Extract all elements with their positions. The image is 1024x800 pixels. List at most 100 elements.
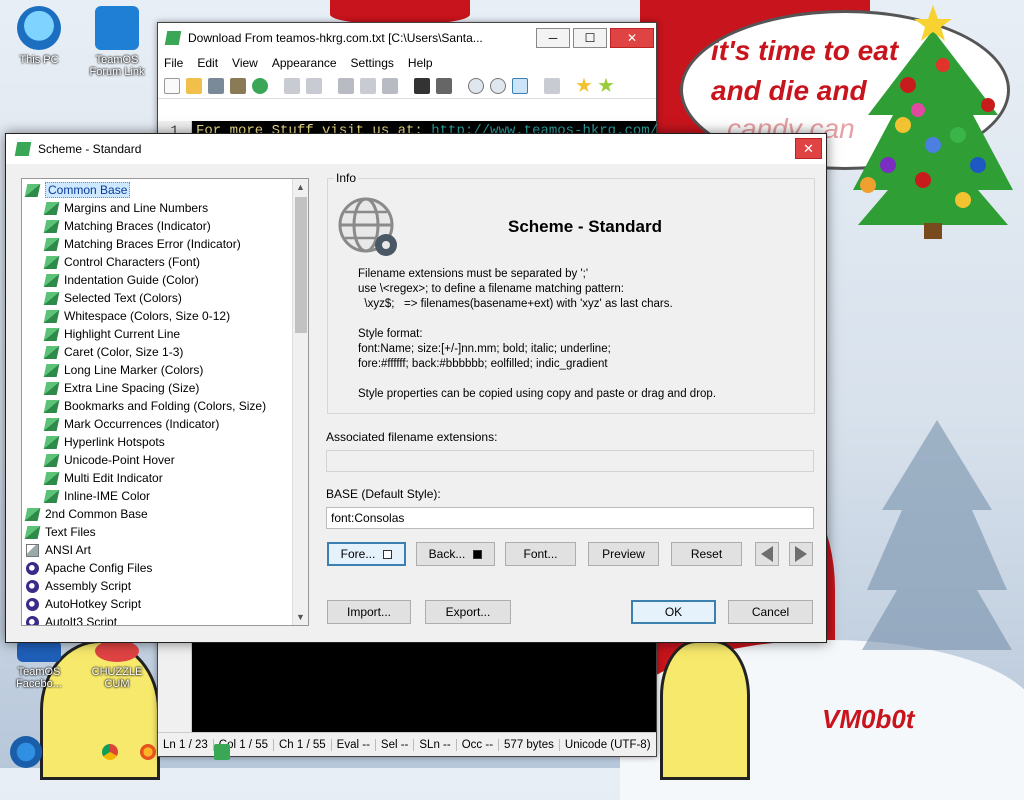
tree-item[interactable]: Multi Edit Indicator [22,469,292,487]
tree-item[interactable]: Selected Text (Colors) [22,289,292,307]
star-add-icon[interactable] [598,77,614,93]
tree-item-label: Apache Config Files [45,561,153,575]
scrollbar-thumb[interactable] [295,197,307,333]
font-button[interactable]: Font... [505,542,576,566]
style-tree[interactable]: Common Base Margins and Line Numbers Match… [21,178,309,626]
tree-item[interactable]: Hyperlink Hotspots [22,433,292,451]
tree-item[interactable]: Whitespace (Colors, Size 0-12) [22,307,292,325]
back-button-label: Back... [428,547,466,561]
book-icon [43,453,60,467]
tree-scrollbar[interactable]: ▲ ▼ [292,179,308,625]
menu-view[interactable]: View [232,56,258,70]
base-style-field[interactable]: font:Consolas [326,507,814,529]
notepad-app-icon [164,31,182,45]
maximize-button[interactable]: ☐ [573,28,607,48]
tree-item-label: Matching Braces Error (Indicator) [64,237,241,251]
chrome-icon[interactable] [102,744,118,760]
tree-item[interactable]: Highlight Current Line [22,325,292,343]
dialog-close-button[interactable]: ✕ [795,138,822,159]
reset-button[interactable]: Reset [671,542,742,566]
tree-item[interactable]: 2nd Common Base [22,505,292,523]
ok-button[interactable]: OK [631,600,716,624]
menu-settings[interactable]: Settings [351,56,394,70]
menu-appearance[interactable]: Appearance [272,56,337,70]
word-wrap-icon[interactable] [512,77,528,94]
redo-icon[interactable] [306,77,322,94]
menu-file[interactable]: File [164,56,183,70]
save-icon[interactable] [208,77,224,94]
editor-titlebar[interactable]: Download From teamos-hkrg.com.txt [C:\Us… [158,23,656,53]
book-icon [43,201,60,215]
previous-style-button[interactable] [755,542,779,566]
dialog-title: Scheme - Standard [38,142,142,156]
cut-icon[interactable] [338,77,354,94]
undo-icon[interactable] [284,77,300,94]
tree-item[interactable]: Matching Braces Error (Indicator) [22,235,292,253]
export-button[interactable]: Export... [425,600,511,624]
tree-item-label: Highlight Current Line [64,327,181,341]
desktop-icon-teamos-forum[interactable]: TeamOS Forum Link [82,6,152,78]
tree-item[interactable]: Long Line Marker (Colors) [22,361,292,379]
firefox-icon[interactable] [140,744,156,760]
reload-icon[interactable] [252,77,268,94]
zoom-out-icon[interactable] [490,77,506,94]
paste-icon[interactable] [382,77,398,94]
import-button[interactable]: Import... [327,600,411,624]
close-button[interactable]: ✕ [610,28,654,48]
menu-edit[interactable]: Edit [197,56,218,70]
desktop-icon-chuzzle[interactable]: CHUZZLE CUM [82,640,152,690]
save-as-icon[interactable] [230,77,246,94]
tree-item[interactable]: Text Files [22,523,292,541]
tree-item[interactable]: Extra Line Spacing (Size) [22,379,292,397]
tree-item[interactable]: Margins and Line Numbers [22,199,292,217]
tree-item[interactable]: Assembly Script [22,577,292,595]
style-tree-list: Common Base Margins and Line Numbers Match… [22,179,292,625]
fore-button-label: Fore... [340,547,376,561]
tree-item[interactable]: Caret (Color, Size 1-3) [22,343,292,361]
star-icon[interactable] [576,77,592,93]
tree-item[interactable]: Matching Braces (Indicator) [22,217,292,235]
copy-icon[interactable] [360,77,376,94]
dialog-titlebar[interactable]: Scheme - Standard ✕ [6,134,826,164]
cancel-button[interactable]: Cancel [728,600,813,624]
new-file-icon[interactable] [164,77,180,94]
snowy-tree [862,420,1012,650]
fore-button[interactable]: Fore... [327,542,406,566]
editor-statusbar: Ln 1 / 23 Col 1 / 55 Ch 1 / 55 Eval -- S… [158,732,656,756]
base-style-label: BASE (Default Style): [326,487,441,501]
tree-item[interactable]: Bookmarks and Folding (Colors, Size) [22,397,292,415]
find-icon[interactable] [414,77,430,94]
menu-help[interactable]: Help [408,56,433,70]
book-icon [43,363,60,377]
tree-item[interactable]: Control Characters (Font) [22,253,292,271]
tree-item[interactable]: Common Base [22,181,292,199]
scroll-up-icon[interactable]: ▲ [293,179,308,195]
book-icon [24,525,41,539]
notepad-taskbar-icon[interactable] [214,744,230,760]
replace-icon[interactable] [436,77,452,94]
tree-item[interactable]: AutoIt3 Script [22,613,292,625]
status-line: Ln 1 / 23 [158,738,214,751]
minimize-button[interactable]: ─ [536,28,570,48]
scroll-down-icon[interactable]: ▼ [293,609,308,625]
tree-item[interactable]: AutoHotkey Script [22,595,292,613]
status-selected-lines: SLn -- [414,738,457,751]
next-style-button[interactable] [789,542,813,566]
desktop-icon-this-pc[interactable]: This PC [4,6,74,66]
start-icon[interactable] [10,736,42,768]
book-icon [43,327,60,341]
zoom-in-icon[interactable] [468,77,484,94]
tree-item[interactable]: ANSI Art [22,541,292,559]
facebook-icon [17,640,61,662]
back-button[interactable]: Back... [416,542,495,566]
tree-item[interactable]: Inline-IME Color [22,487,292,505]
book-icon [43,471,60,485]
preview-button[interactable]: Preview [588,542,659,566]
tree-item[interactable]: Apache Config Files [22,559,292,577]
tree-item[interactable]: Mark Occurrences (Indicator) [22,415,292,433]
open-folder-icon[interactable] [186,77,202,94]
settings-icon[interactable] [544,77,560,94]
desktop-icon-teamos-facebook[interactable]: TeamOS Facebo... [4,640,74,690]
tree-item[interactable]: Unicode-Point Hover [22,451,292,469]
tree-item[interactable]: Indentation Guide (Color) [22,271,292,289]
